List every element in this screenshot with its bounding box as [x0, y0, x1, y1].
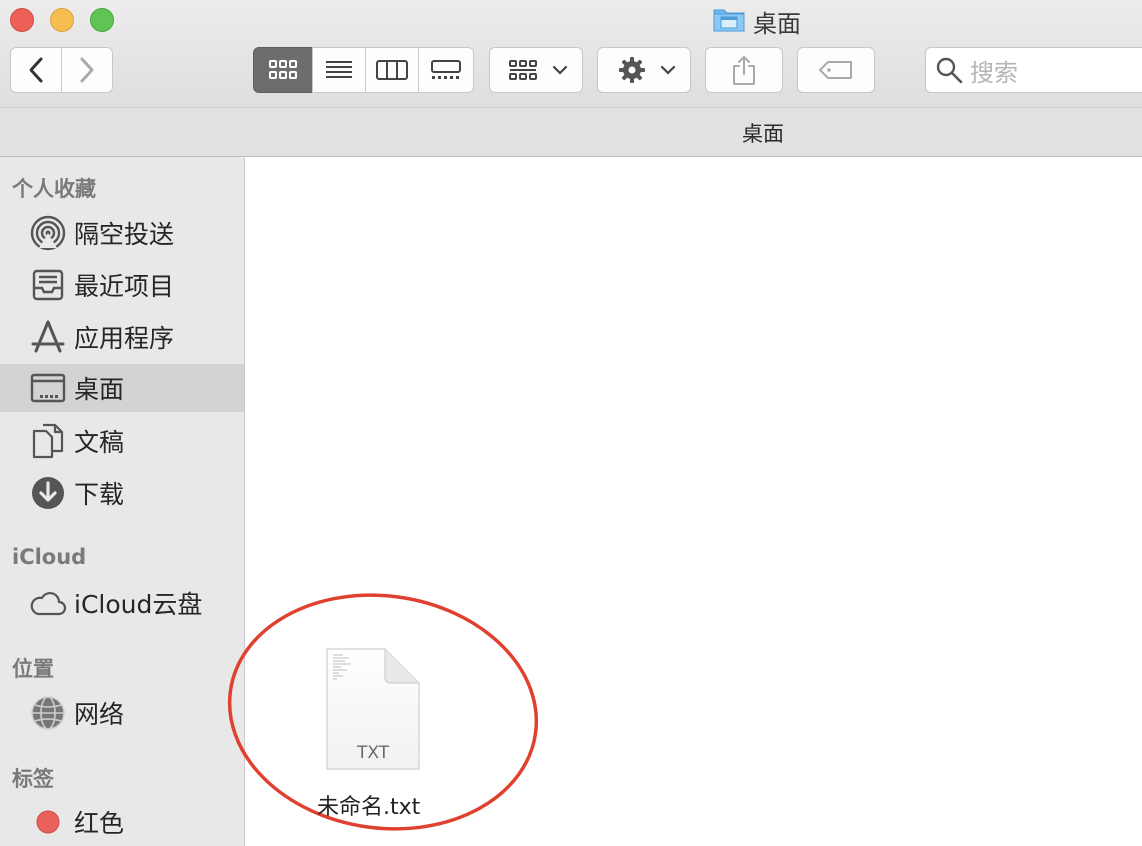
- recents-icon: [28, 265, 68, 305]
- sidebar-item-label: 网络: [74, 695, 124, 731]
- sidebar-item-tag-red[interactable]: 红色: [0, 798, 244, 846]
- list-view-button[interactable]: [312, 47, 366, 93]
- documents-icon: [28, 421, 68, 461]
- icon-view-button[interactable]: [253, 47, 313, 93]
- share-icon: [731, 54, 757, 86]
- grid-icon: [268, 59, 298, 81]
- section-tags: 标签: [12, 763, 54, 793]
- network-icon: [28, 693, 68, 733]
- sidebar-item-documents[interactable]: 文稿: [0, 417, 244, 465]
- section-favorites: 个人收藏: [12, 173, 96, 203]
- applications-icon: [28, 317, 68, 357]
- window-title: 桌面: [713, 6, 801, 36]
- sidebar-item-label: iCloud云盘: [74, 585, 202, 621]
- sidebar-item-label: 文稿: [74, 423, 124, 459]
- file-type-label: TXT: [325, 743, 421, 763]
- zoom-window-button[interactable]: [90, 8, 114, 32]
- file-item-untitled-txt[interactable]: TXT: [325, 647, 421, 777]
- gallery-view-button[interactable]: [418, 47, 474, 93]
- sidebar-item-network[interactable]: 网络: [0, 689, 244, 737]
- sidebar-item-desktop[interactable]: 桌面: [0, 364, 244, 412]
- gear-icon: [618, 56, 646, 84]
- minimize-window-button[interactable]: [50, 8, 74, 32]
- section-icloud: iCloud: [12, 545, 86, 569]
- column-view-button[interactable]: [365, 47, 419, 93]
- sidebar: 个人收藏 隔空投送 最近项目 应用程序 桌面: [0, 157, 245, 846]
- edit-tags-button[interactable]: [797, 47, 875, 93]
- desktop-icon: [28, 368, 68, 408]
- group-grid-icon: [508, 59, 538, 81]
- path-current[interactable]: 桌面: [742, 118, 784, 148]
- sidebar-item-label: 红色: [74, 804, 124, 840]
- chevron-left-icon: [26, 56, 46, 84]
- group-by-button[interactable]: [489, 47, 583, 93]
- sidebar-item-label: 最近项目: [74, 267, 174, 303]
- sidebar-item-label: 桌面: [74, 370, 124, 406]
- red-tag-icon: [28, 802, 68, 842]
- sidebar-item-airdrop[interactable]: 隔空投送: [0, 209, 244, 257]
- path-bar: 桌面: [0, 107, 1142, 157]
- gallery-icon: [430, 59, 462, 81]
- section-locations: 位置: [12, 653, 54, 683]
- desktop-content-area[interactable]: TXT 未命名.txt: [245, 157, 1142, 846]
- sidebar-item-downloads[interactable]: 下载: [0, 469, 244, 517]
- back-button[interactable]: [10, 47, 62, 93]
- folder-icon: [713, 6, 745, 36]
- search-placeholder: 搜索: [970, 53, 1018, 88]
- search-field[interactable]: 搜索: [925, 47, 1142, 93]
- airdrop-icon: [28, 213, 68, 253]
- list-icon: [324, 59, 354, 81]
- search-icon: [934, 55, 964, 85]
- downloads-icon: [28, 473, 68, 513]
- close-window-button[interactable]: [10, 8, 34, 32]
- window-toolbar: 桌面: [0, 0, 1142, 107]
- share-button[interactable]: [705, 47, 783, 93]
- chevron-right-icon: [77, 56, 97, 84]
- chevron-down-icon: [552, 64, 568, 76]
- chevron-down-icon: [660, 64, 676, 76]
- forward-button[interactable]: [61, 47, 113, 93]
- sidebar-item-applications[interactable]: 应用程序: [0, 313, 244, 361]
- columns-icon: [376, 59, 408, 81]
- action-menu-button[interactable]: [597, 47, 691, 93]
- cloud-icon: [28, 583, 68, 623]
- tag-icon: [818, 60, 854, 80]
- sidebar-item-label: 隔空投送: [74, 215, 174, 251]
- file-name-label[interactable]: 未命名.txt: [317, 789, 420, 821]
- sidebar-item-label: 下载: [74, 475, 124, 511]
- sidebar-item-label: 应用程序: [74, 319, 174, 355]
- window-title-text: 桌面: [753, 4, 801, 39]
- sidebar-item-icloud-drive[interactable]: iCloud云盘: [0, 579, 244, 627]
- sidebar-item-recents[interactable]: 最近项目: [0, 261, 244, 309]
